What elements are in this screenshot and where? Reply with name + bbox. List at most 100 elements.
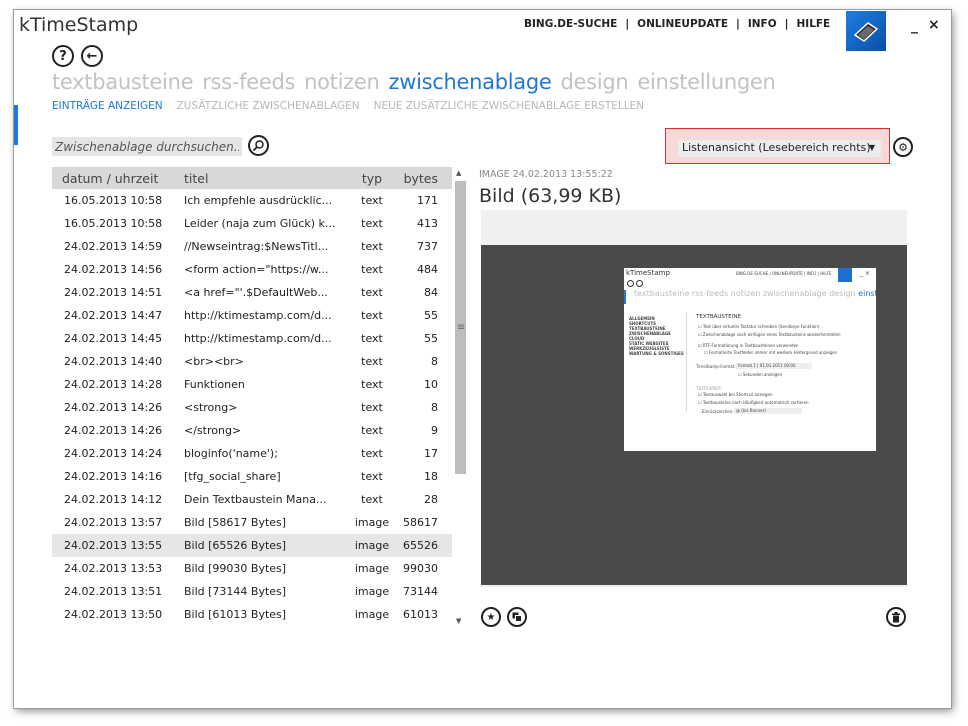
favorite-button[interactable]: ★ bbox=[481, 607, 501, 627]
list-rows: 16.05.2013 10:58 Ich empfehle ausdrücklic… bbox=[52, 189, 452, 626]
copy-button[interactable] bbox=[507, 607, 527, 627]
table-row[interactable]: 24.02.2013 14:56 <form action="https://w.… bbox=[52, 258, 452, 281]
scroll-down-icon[interactable]: ▼ bbox=[456, 617, 461, 625]
cell-date: 24.02.2013 14:26 bbox=[64, 401, 163, 414]
cell-bytes: 28 bbox=[424, 493, 438, 506]
topnav-onlineupdate[interactable]: ONLINEUPDATE bbox=[637, 18, 728, 30]
minimize-button[interactable]: _ bbox=[911, 18, 918, 34]
list-scrollbar[interactable]: ▲ ▼ bbox=[453, 167, 467, 628]
tab-design[interactable]: design bbox=[561, 70, 629, 94]
thumb-delimiter-value: @ (bis Banner) bbox=[734, 408, 802, 414]
table-row[interactable]: 24.02.2013 14:51 <a href="'.$DefaultWeb..… bbox=[52, 281, 452, 304]
cell-type: text bbox=[361, 447, 383, 460]
thumb-divider bbox=[686, 312, 687, 412]
table-row[interactable]: 16.05.2013 10:58 Ich empfehle ausdrücklic… bbox=[52, 189, 452, 212]
cell-type: image bbox=[354, 516, 390, 529]
tab-einstellungen[interactable]: einstellungen bbox=[637, 70, 775, 94]
table-row[interactable]: 24.02.2013 13:51 Bild [73144 Bytes] image 7… bbox=[52, 580, 452, 603]
cell-bytes: 9 bbox=[431, 424, 438, 437]
topnav-info[interactable]: INFO bbox=[748, 18, 777, 30]
table-row[interactable]: 24.02.2013 14:47 http://ktimestamp.com/d.… bbox=[52, 304, 452, 327]
thumb-delimiter-label: Einrückzeichen: bbox=[702, 409, 734, 414]
tab-rss-feeds[interactable]: rss-feeds bbox=[202, 70, 295, 94]
delete-button[interactable] bbox=[886, 607, 906, 627]
subtab-neue-zwischenablage[interactable]: NEUE ZUSÄTZLICHE ZWISCHENABLAGE ERSTELLE… bbox=[374, 100, 644, 112]
cell-title: Dein Textbaustein Mana... bbox=[184, 493, 327, 506]
cell-title: Bild [65526 Bytes] bbox=[184, 539, 287, 552]
copy-icon bbox=[512, 612, 522, 622]
cell-type: text bbox=[361, 286, 383, 299]
column-header-date[interactable]: datum / uhrzeit bbox=[52, 171, 182, 186]
thumb-option: ☐ Formatierte Textfelder immer mit weiße… bbox=[704, 350, 837, 355]
cell-date: 24.02.2013 13:55 bbox=[64, 539, 163, 552]
cell-title: <strong> bbox=[184, 401, 238, 414]
cell-bytes: 55 bbox=[424, 309, 438, 322]
subtab-eintraege-anzeigen[interactable]: EINTRÄGE ANZEIGEN bbox=[52, 100, 163, 112]
preview-meta: IMAGE 24.02.2013 13:55:22 bbox=[479, 169, 613, 180]
thumb-back-icon bbox=[636, 280, 643, 287]
preview-title: Bild (63,99 KB) bbox=[479, 185, 622, 207]
view-mode-value[interactable]: Listenansicht (Lesebereich rechts) ▼ bbox=[678, 140, 881, 157]
column-header-bytes[interactable]: bytes bbox=[400, 171, 440, 186]
thumb-app-title: kTimeStamp bbox=[626, 269, 670, 277]
topnav-bing-search[interactable]: BING.DE-SUCHE bbox=[524, 18, 617, 30]
column-header-type[interactable]: typ bbox=[344, 171, 400, 186]
subtab-zusaetzliche-zwischenablagen[interactable]: ZUSÄTZLICHE ZWISCHENABLAGEN bbox=[177, 100, 360, 112]
table-row[interactable]: 24.02.2013 13:50 Bild [61013 Bytes] image 6… bbox=[52, 603, 452, 626]
thumb-tabs-inactive: textbausteine rss-feeds notizen zwischen… bbox=[634, 289, 856, 298]
cell-type: text bbox=[361, 355, 383, 368]
topnav-separator: | bbox=[625, 18, 630, 30]
column-header-title[interactable]: titel bbox=[182, 171, 344, 186]
sub-tabs: EINTRÄGE ANZEIGEN ZUSÄTZLICHE ZWISCHENABL… bbox=[52, 100, 658, 112]
cell-type: text bbox=[361, 424, 383, 437]
cell-date: 24.02.2013 14:47 bbox=[64, 309, 163, 322]
table-row[interactable]: 24.02.2013 13:53 Bild [99030 Bytes] image 9… bbox=[52, 557, 452, 580]
cell-type: text bbox=[361, 263, 383, 276]
app-window: kTimeStamp BING.DE-SUCHE | ONLINEUPDATE | IN… bbox=[14, 10, 951, 708]
table-row[interactable]: 24.02.2013 13:55 Bild [65526 Bytes] image 6… bbox=[52, 534, 452, 557]
cell-title: <br><br> bbox=[184, 355, 244, 368]
splitter-grip-icon[interactable]: ≡ bbox=[457, 322, 465, 333]
topnav-hilfe[interactable]: HILFE bbox=[797, 18, 831, 30]
help-button[interactable]: ? bbox=[52, 45, 74, 67]
cell-date: 24.02.2013 14:45 bbox=[64, 332, 163, 345]
table-row[interactable]: 24.02.2013 14:40 <br><br> text 8 bbox=[52, 350, 452, 373]
cell-type: text bbox=[361, 240, 383, 253]
table-row[interactable]: 24.02.2013 14:45 http://ktimestamp.com/d.… bbox=[52, 327, 452, 350]
topnav-separator: | bbox=[736, 18, 740, 30]
table-row[interactable]: 24.02.2013 14:16 [tfg_social_share] text 18 bbox=[52, 465, 452, 488]
table-row[interactable]: 16.05.2013 10:58 Leider (naja zum Glück) … bbox=[52, 212, 452, 235]
thumb-topnav: BING.DE-SUCHE | ONLINEUPDATE | INFO | HI… bbox=[736, 271, 832, 276]
table-row[interactable]: 24.02.2013 14:24 bloginfo('name'); text 17 bbox=[52, 442, 452, 465]
back-button[interactable]: ← bbox=[81, 45, 103, 67]
cell-bytes: 17 bbox=[424, 447, 438, 460]
table-row[interactable]: 24.02.2013 14:26 <strong> text 8 bbox=[52, 396, 452, 419]
thumb-option: ☐ Text über virtuelle Tastatur schreiben… bbox=[698, 324, 819, 329]
search-button[interactable] bbox=[248, 135, 269, 156]
table-row[interactable]: 24.02.2013 14:28 Funktionen text 10 bbox=[52, 373, 452, 396]
search-input[interactable] bbox=[52, 137, 242, 156]
clipboard-list: datum / uhrzeit titel typ bytes 16.05.20… bbox=[52, 167, 452, 627]
cell-bytes: 413 bbox=[417, 217, 438, 230]
settings-button[interactable]: ⚙ bbox=[893, 137, 913, 157]
view-mode-select[interactable]: Listenansicht (Lesebereich rechts) ▼ bbox=[665, 128, 890, 164]
cell-bytes: 61013 bbox=[403, 608, 438, 621]
help-icon: ? bbox=[59, 48, 67, 64]
cell-bytes: 171 bbox=[417, 194, 438, 207]
table-row[interactable]: 24.02.2013 14:59 //Newseintrag:$NewsTitl.… bbox=[52, 235, 452, 258]
tab-textbausteine[interactable]: textbausteine bbox=[52, 70, 194, 94]
main-tabs: textbausteine rss-feeds notizen zwischenabl… bbox=[52, 70, 785, 94]
thumb-logo bbox=[838, 268, 852, 282]
tab-notizen[interactable]: notizen bbox=[304, 70, 380, 94]
table-row[interactable]: 24.02.2013 14:26 </strong> text 9 bbox=[52, 419, 452, 442]
cell-date: 24.02.2013 13:57 bbox=[64, 516, 163, 529]
cell-title: Leider (naja zum Glück) k... bbox=[184, 217, 336, 230]
cell-title: Ich empfehle ausdrücklic... bbox=[184, 194, 333, 207]
close-button[interactable]: × bbox=[928, 17, 940, 33]
table-row[interactable]: 24.02.2013 13:57 Bild [58617 Bytes] image 5… bbox=[52, 511, 452, 534]
scroll-up-icon[interactable]: ▲ bbox=[456, 169, 461, 177]
cell-type: image bbox=[354, 539, 390, 552]
table-row[interactable]: 24.02.2013 14:12 Dein Textbaustein Mana..… bbox=[52, 488, 452, 511]
cell-date: 24.02.2013 14:59 bbox=[64, 240, 163, 253]
tab-zwischenablage[interactable]: zwischenablage bbox=[389, 70, 552, 94]
